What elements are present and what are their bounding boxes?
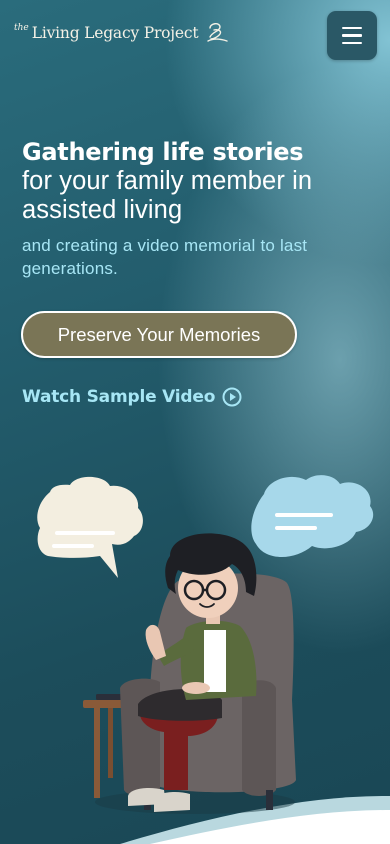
hamburger-icon — [342, 41, 362, 44]
thought-line — [275, 513, 333, 517]
play-circle-icon — [222, 387, 242, 407]
headline-line-2: assisted living — [22, 196, 183, 224]
speech-bubble-left — [37, 476, 143, 578]
speech-line — [52, 544, 94, 548]
thought-bubble-right — [251, 475, 374, 557]
thought-line — [275, 526, 317, 530]
logo-prefix: the — [14, 23, 29, 33]
menu-button[interactable] — [327, 11, 377, 60]
headline-bold: Gathering life stories — [22, 138, 304, 166]
logo-mark-icon — [207, 23, 229, 42]
hamburger-icon — [342, 27, 362, 30]
headline-line-1: for your family member in — [22, 167, 313, 195]
speech-line — [55, 531, 115, 535]
watch-sample-video-link[interactable]: Watch Sample Video — [22, 387, 242, 407]
hero-illustration — [37, 475, 390, 844]
subheadline: and creating a video memorial to last ge… — [22, 236, 308, 278]
watch-sample-video-label: Watch Sample Video — [22, 387, 216, 407]
preserve-memories-button[interactable]: Preserve Your Memories — [21, 311, 297, 358]
site-logo[interactable]: the Living Legacy Project — [14, 20, 229, 42]
hero-text: Gathering life stories for your family m… — [22, 137, 372, 280]
hamburger-icon — [342, 34, 362, 37]
logo-name: Living Legacy Project — [31, 24, 199, 42]
site-header: the Living Legacy Project — [0, 0, 390, 70]
